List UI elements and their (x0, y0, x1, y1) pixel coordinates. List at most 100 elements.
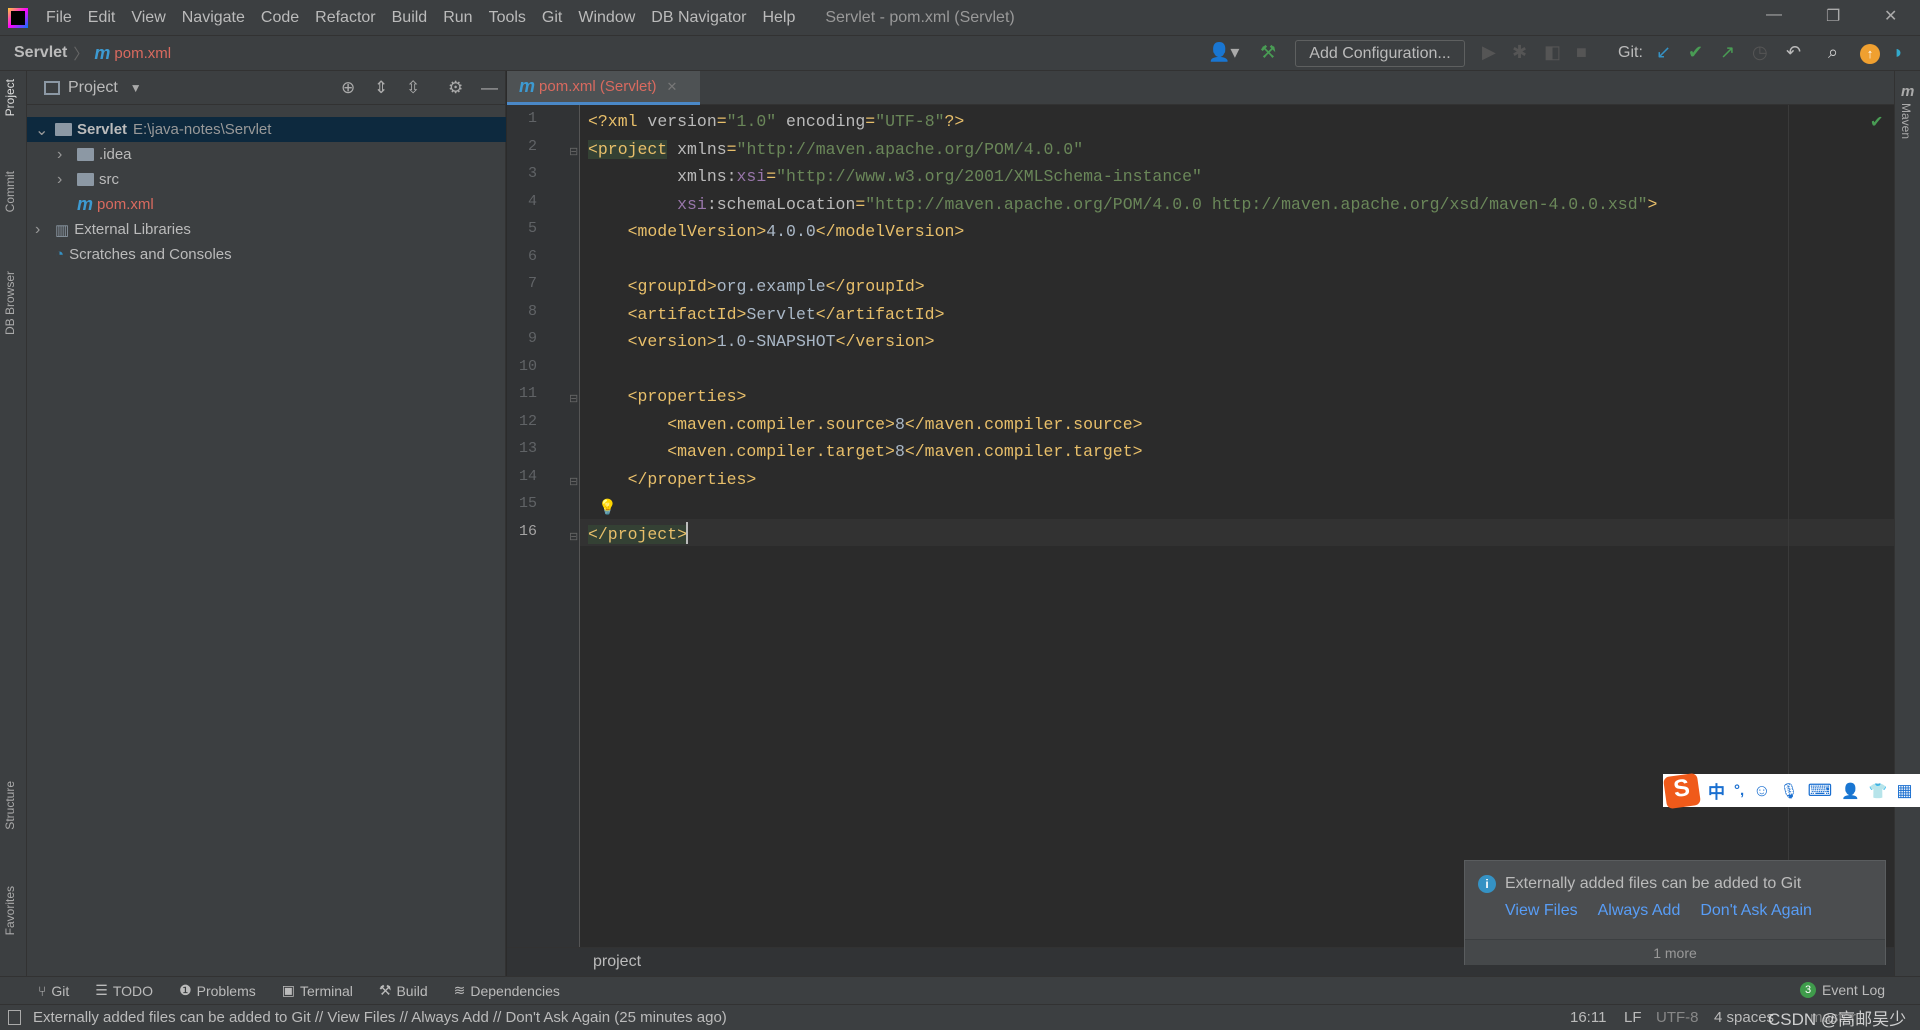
code-line[interactable]: <maven.compiler.source>8</maven.compiler… (588, 411, 1657, 439)
skin-shirt-icon[interactable]: 👕 (1869, 782, 1888, 800)
punctuation-icon[interactable]: °, (1734, 782, 1744, 799)
menu-window[interactable]: Window (570, 9, 643, 26)
code-line[interactable]: <modelVersion>4.0.0</modelVersion> (588, 218, 1657, 246)
no-problems-check-icon[interactable]: ✔ (1870, 112, 1883, 132)
tree-item[interactable]: ◔ Scratches and Consoles (27, 242, 506, 267)
fold-marker-icon[interactable]: ⊟ (569, 530, 578, 543)
git-commit-icon[interactable]: ✔ (1688, 42, 1703, 63)
notification-action-view-files[interactable]: View Files (1505, 902, 1578, 919)
breadcrumb-file[interactable]: pom.xml (114, 45, 171, 62)
fold-marker-icon[interactable]: ⊟ (569, 475, 578, 488)
code-line[interactable]: <version>1.0-SNAPSHOT</version> (588, 328, 1657, 356)
rollback-icon[interactable]: ↶ (1786, 42, 1801, 63)
tree-item[interactable]: › src (27, 167, 506, 192)
project-view-selector[interactable]: Project (68, 79, 118, 97)
line-separator[interactable]: LF (1624, 1009, 1642, 1026)
menu-view[interactable]: View (123, 9, 173, 26)
tool-tab-favorites[interactable]: Favorites (3, 886, 17, 935)
git-push-icon[interactable]: ↗ (1720, 42, 1735, 63)
tool-tab-build[interactable]: ⚒ Build (379, 982, 428, 999)
tree-item[interactable]: › ▥ External Libraries (27, 217, 506, 242)
user-icon[interactable]: 👤 (1841, 782, 1860, 800)
tree-item[interactable]: ⌄ Servlet E:\java-notes\Servlet (27, 117, 506, 142)
code-line[interactable]: <maven.compiler.target>8</maven.compiler… (588, 438, 1657, 466)
tool-tab-terminal[interactable]: ▣ Terminal (282, 982, 353, 999)
menu-file[interactable]: File (38, 9, 80, 26)
code-editor[interactable]: <?xml version="1.0" encoding="UTF-8"?> <p… (588, 108, 1657, 548)
sogou-logo-icon[interactable]: S (1662, 772, 1702, 809)
code-line[interactable]: </properties> (588, 466, 1657, 494)
chevron-right-icon[interactable]: › (57, 146, 71, 164)
editor-breadcrumb-project[interactable]: project (593, 953, 641, 971)
code-line[interactable]: <?xml version="1.0" encoding="UTF-8"?> (588, 108, 1657, 136)
menu-db-navigator[interactable]: DB Navigator (643, 9, 754, 26)
toggle-tool-windows-icon[interactable] (8, 1010, 21, 1025)
expand-all-icon[interactable]: ⇕ (374, 78, 388, 98)
restore-button[interactable]: ❐ (1826, 6, 1840, 26)
menu-navigate[interactable]: Navigate (174, 9, 253, 26)
menu-code[interactable]: Code (253, 9, 307, 26)
notification-action-always-add[interactable]: Always Add (1598, 902, 1681, 919)
code-line[interactable]: xsi:schemaLocation="http://maven.apache.… (588, 191, 1657, 219)
code-line[interactable]: </project> (588, 521, 1657, 549)
tool-tab-git[interactable]: ⑂ Git (38, 982, 69, 999)
menu-refactor[interactable]: Refactor (307, 9, 383, 26)
menu-help[interactable]: Help (754, 9, 803, 26)
gear-icon[interactable]: ⚙ (448, 78, 463, 98)
search-icon[interactable]: ⌕ (1828, 42, 1838, 63)
more-notifications-link[interactable]: 1 more (1465, 939, 1885, 965)
git-history-icon[interactable]: ◷ (1752, 42, 1768, 63)
user-icon[interactable]: 👤▾ (1208, 42, 1239, 63)
tool-tab-dependencies[interactable]: ≋ Dependencies (454, 982, 560, 999)
build-hammer-icon[interactable]: ⚒ (1260, 42, 1276, 63)
keyboard-icon[interactable]: ⌨ (1808, 781, 1833, 801)
plugin-icon[interactable]: ◗ (1893, 42, 1904, 63)
add-configuration-button[interactable]: Add Configuration... (1295, 40, 1465, 67)
code-line[interactable] (588, 493, 1657, 521)
close-tab-icon[interactable]: ✕ (667, 79, 678, 95)
git-update-icon[interactable]: ↙ (1656, 42, 1671, 63)
update-icon[interactable]: ↑ (1860, 44, 1880, 64)
close-window-button[interactable]: ✕ (1884, 6, 1897, 26)
tool-tab-db-browser[interactable]: DB Browser (3, 271, 17, 335)
chevron-down-icon[interactable]: ▼ (130, 81, 142, 95)
event-log-button[interactable]: 3 Event Log (1800, 982, 1885, 998)
notification-action-don-t-ask-again[interactable]: Don't Ask Again (1700, 902, 1812, 919)
debug-icon[interactable]: ✱ (1512, 42, 1527, 63)
code-line[interactable]: <project xmlns="http://maven.apache.org/… (588, 136, 1657, 164)
tab-pom-xml[interactable]: m pom.xml (Servlet) ✕ (507, 71, 700, 105)
tool-tab-maven[interactable]: Maven (1899, 103, 1913, 139)
tree-item[interactable]: › .idea (27, 142, 506, 167)
fold-marker-icon[interactable]: ⊟ (569, 392, 578, 405)
locate-icon[interactable]: ⊕ (341, 78, 355, 98)
menu-build[interactable]: Build (384, 9, 436, 26)
menu-run[interactable]: Run (435, 9, 480, 26)
code-line[interactable]: <groupId>org.example</groupId> (588, 273, 1657, 301)
ime-mode-toggle[interactable]: 中 (1708, 778, 1725, 803)
file-encoding[interactable]: UTF-8 (1656, 1009, 1699, 1026)
stop-icon[interactable]: ■ (1576, 42, 1587, 63)
tool-tab-todo[interactable]: ☰ TODO (95, 982, 153, 999)
microphone-icon[interactable]: 🎙 (1780, 782, 1799, 800)
tool-tab-structure[interactable]: Structure (3, 781, 17, 830)
minimize-button[interactable]: — (1766, 6, 1782, 24)
indent-setting[interactable]: 4 spaces (1714, 1009, 1774, 1026)
toolbox-grid-icon[interactable]: ▦ (1897, 781, 1913, 801)
chevron-right-icon[interactable]: › (57, 171, 71, 189)
tool-tab-project[interactable]: Project (3, 79, 17, 116)
collapse-all-icon[interactable]: ⇳ (406, 78, 420, 98)
coverage-icon[interactable]: ◧ (1544, 42, 1561, 63)
tool-tab-commit[interactable]: Commit (3, 171, 17, 212)
fold-marker-icon[interactable]: ⊟ (569, 145, 578, 158)
chevron-right-icon[interactable]: › (35, 221, 49, 239)
status-message[interactable]: Externally added files can be added to G… (33, 1009, 727, 1026)
code-line[interactable]: <properties> (588, 383, 1657, 411)
breadcrumb-project[interactable]: Servlet (14, 44, 67, 62)
tree-item[interactable]: m pom.xml (27, 192, 506, 217)
code-line[interactable]: xmlns:xsi="http://www.w3.org/2001/XMLSch… (588, 163, 1657, 191)
code-line[interactable] (588, 246, 1657, 274)
tool-tab-problems[interactable]: ❶ Problems (179, 982, 256, 999)
hide-icon[interactable]: — (481, 78, 498, 98)
menu-edit[interactable]: Edit (80, 9, 124, 26)
chevron-down-icon[interactable]: ⌄ (35, 120, 49, 140)
